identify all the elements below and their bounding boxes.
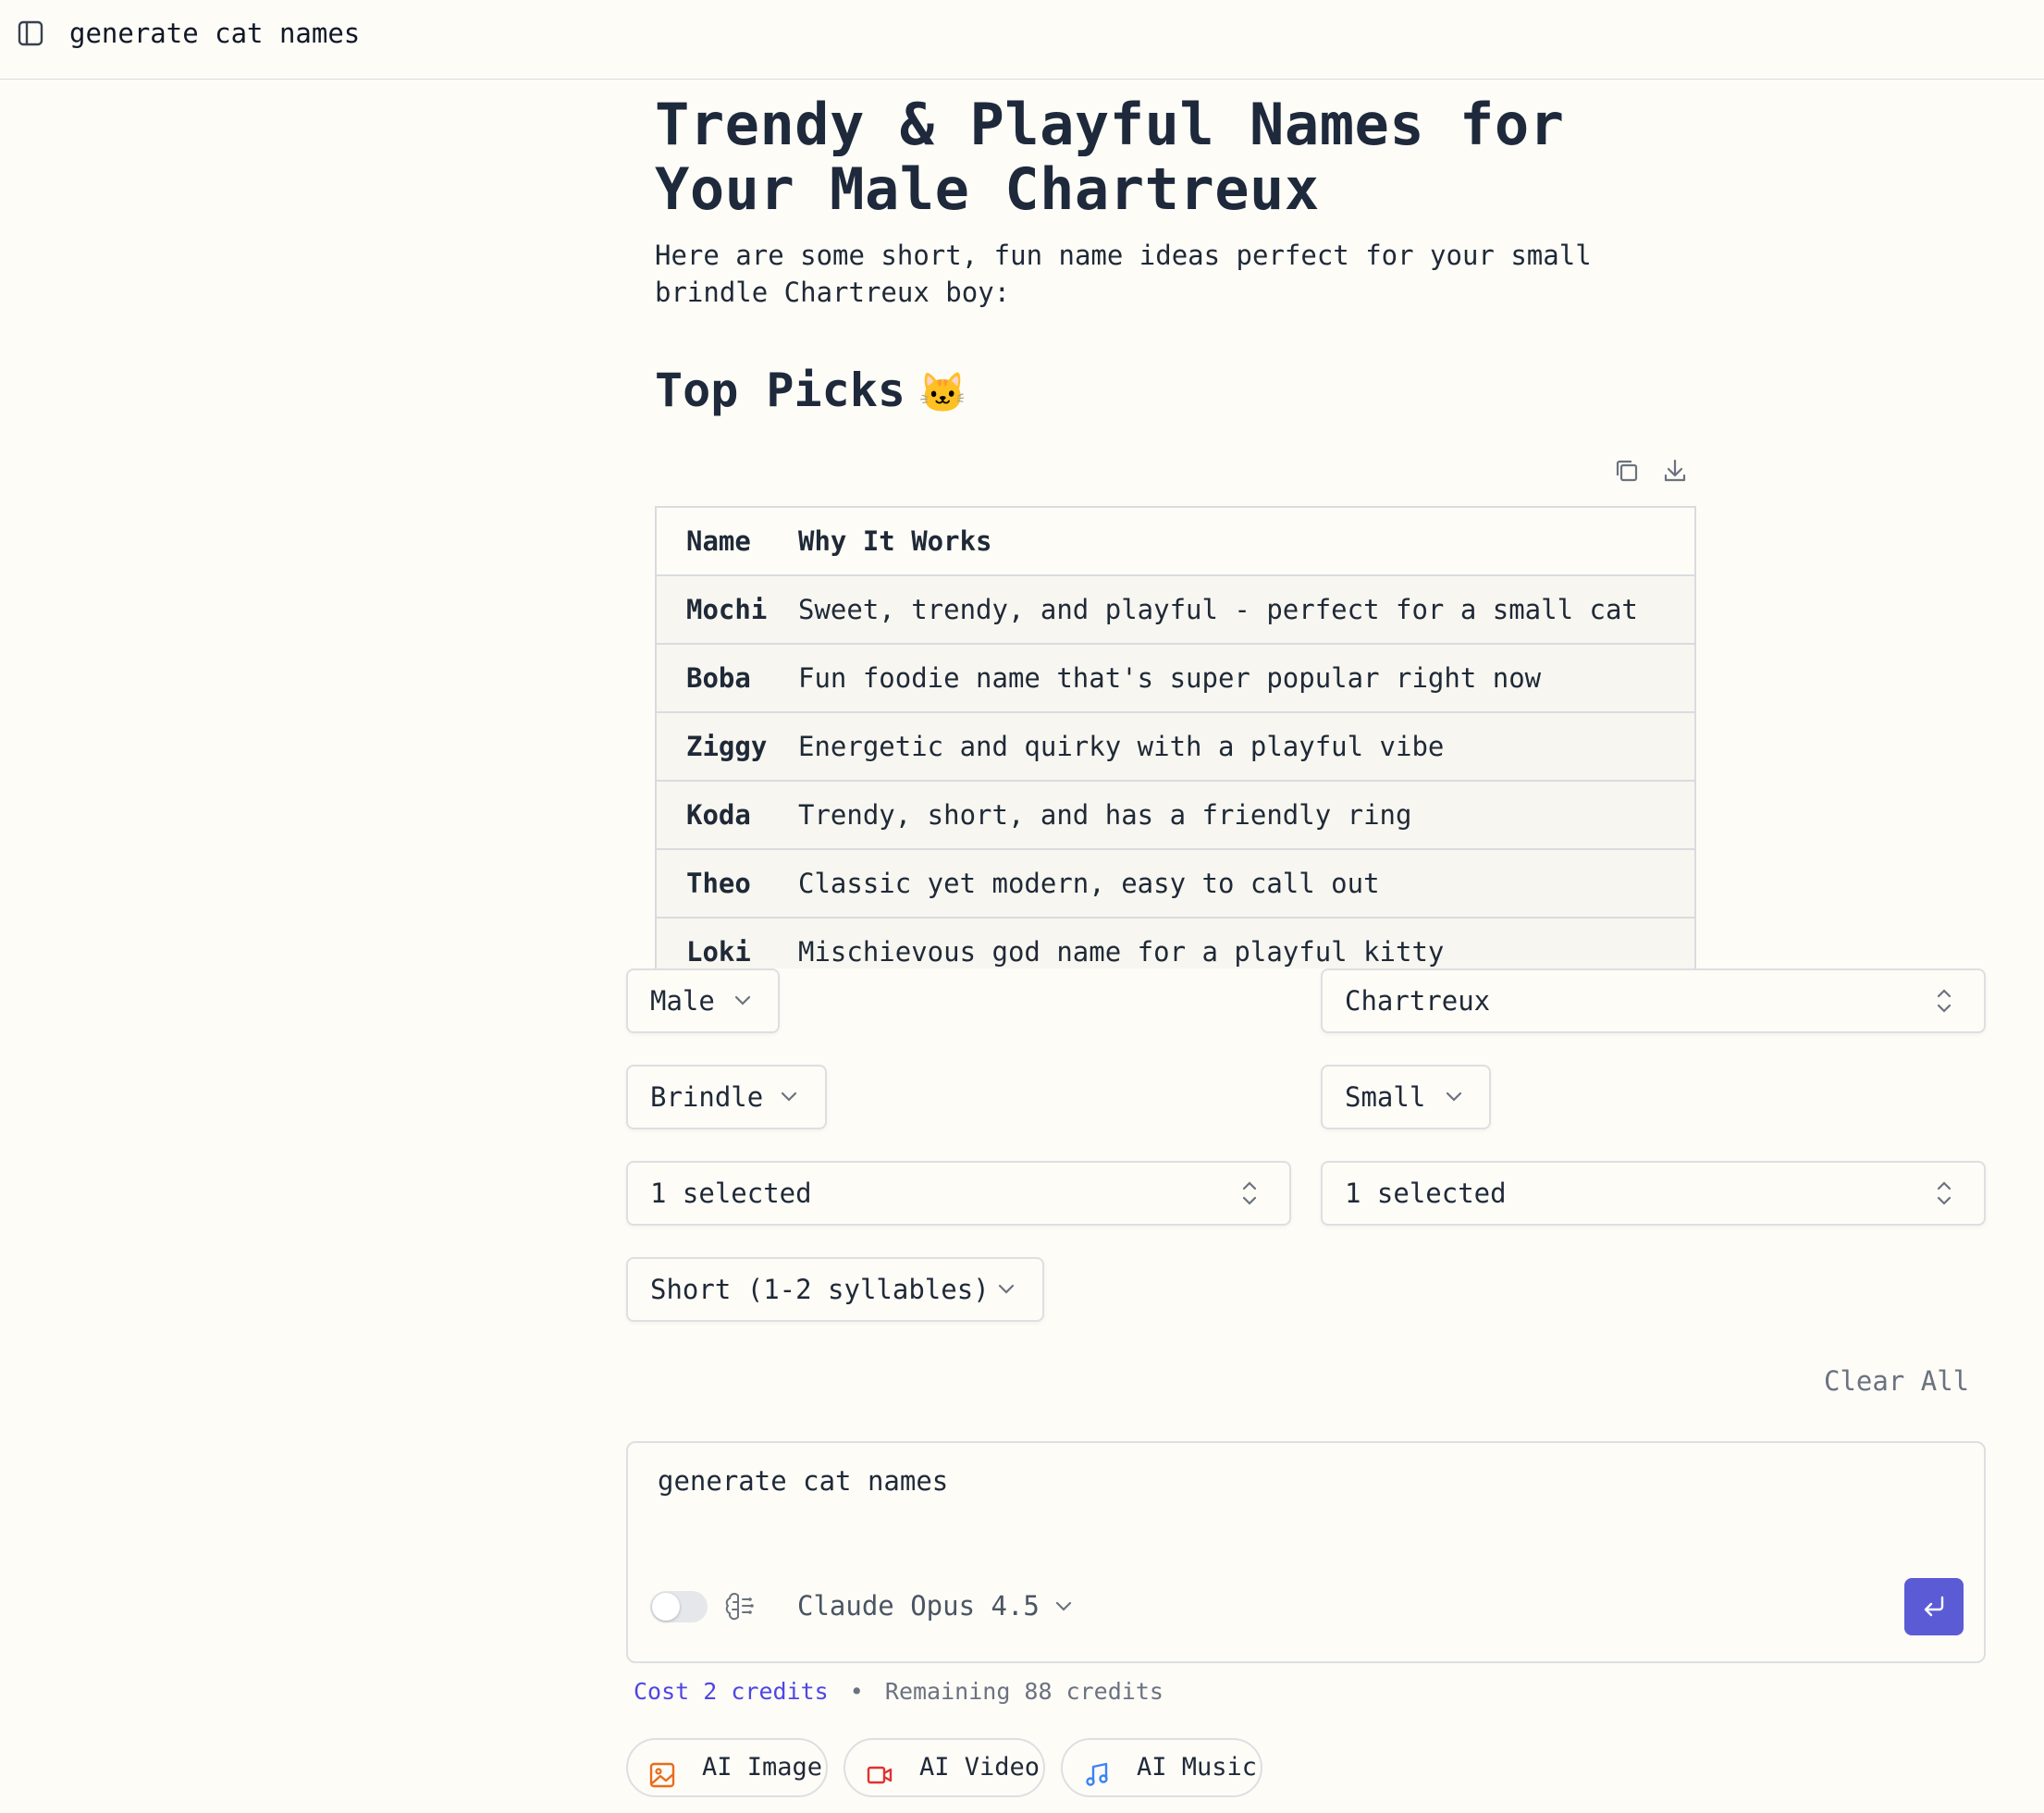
chat-title: generate cat names	[69, 18, 361, 49]
thinking-toggle[interactable]	[650, 1591, 708, 1622]
coat-select[interactable]: Brindle	[626, 1065, 827, 1129]
table-row: Boba Fun foodie name that's super popular…	[657, 644, 1694, 713]
size-select-value: Small	[1345, 1081, 1426, 1113]
response-content: Trendy & Playful Names for Your Male Cha…	[655, 91, 1700, 418]
cost-link[interactable]: Cost 2 credits	[634, 1678, 829, 1705]
ai-video-button[interactable]: AI Video	[843, 1738, 1045, 1797]
breed-select-value: Chartreux	[1345, 985, 1491, 1017]
cell-reason: Fun foodie name that's super popular rig…	[798, 644, 1694, 713]
cell-name: Theo	[657, 849, 798, 919]
table-row: Theo Classic yet modern, easy to call out	[657, 849, 1694, 919]
brain-icon	[724, 1591, 756, 1622]
cell-reason: Energetic and quirky with a playful vibe	[798, 712, 1694, 782]
download-icon[interactable]	[1659, 455, 1691, 487]
credits-info: Cost 2 credits • Remaining 88 credits	[634, 1678, 1164, 1705]
cell-reason: Sweet, trendy, and playful - perfect for…	[798, 575, 1694, 645]
multi-select-right[interactable]: 1 selected	[1321, 1161, 1986, 1226]
length-select-value: Short (1-2 syllables)	[650, 1274, 990, 1305]
chevron-down-icon	[995, 1259, 1017, 1341]
ai-music-button[interactable]: AI Music	[1061, 1738, 1262, 1797]
table-header-row: Name Why It Works	[657, 508, 1694, 576]
ai-image-button[interactable]: AI Image	[626, 1738, 828, 1797]
top-bar: generate cat names	[0, 0, 2044, 80]
coat-select-value: Brindle	[650, 1081, 764, 1113]
multi-select-right-value: 1 selected	[1345, 1178, 1507, 1209]
cat-emoji-icon: 🐱	[917, 370, 967, 415]
column-header-name: Name	[657, 508, 798, 576]
table-row: Loki Mischievous god name for a playful k…	[657, 918, 1694, 968]
send-button[interactable]	[1904, 1578, 1964, 1635]
ai-video-label: AI Video	[919, 1753, 1040, 1782]
chevron-up-down-icon	[1238, 1163, 1261, 1245]
table-row: Ziggy Energetic and quirky with a playful…	[657, 712, 1694, 782]
multi-select-left-value: 1 selected	[650, 1178, 812, 1209]
ai-image-label: AI Image	[702, 1753, 823, 1782]
prompt-input[interactable]: generate cat names	[658, 1465, 948, 1497]
chevron-down-icon	[1053, 1589, 1075, 1626]
column-header-why: Why It Works	[798, 508, 1694, 576]
cell-name: Boba	[657, 644, 798, 713]
response-intro: Here are some short, fun name ideas perf…	[655, 240, 1592, 308]
model-selector[interactable]: Claude Opus 4.5	[797, 1587, 1075, 1626]
cell-reason: Classic yet modern, easy to call out	[798, 849, 1694, 919]
chevron-down-icon	[778, 1067, 800, 1149]
gender-select[interactable]: Male	[626, 968, 780, 1033]
ai-music-label: AI Music	[1137, 1753, 1258, 1782]
video-icon	[866, 1754, 893, 1784]
multi-select-left[interactable]: 1 selected	[626, 1161, 1291, 1226]
breed-select[interactable]: Chartreux	[1321, 968, 1986, 1033]
remaining-credits: Remaining 88 credits	[884, 1678, 1164, 1705]
chevron-down-icon	[732, 970, 754, 1053]
chevron-up-down-icon	[1933, 1163, 1955, 1245]
cell-reason: Trendy, short, and has a friendly ring	[798, 781, 1694, 850]
response-title: Trendy & Playful Names for Your Male Cha…	[655, 91, 1565, 223]
cell-reason: Mischievous god name for a playful kitty	[798, 918, 1694, 968]
image-icon	[648, 1754, 676, 1788]
size-select[interactable]: Small	[1321, 1065, 1491, 1129]
table-row: Koda Trendy, short, and has a friendly ri…	[657, 781, 1694, 850]
length-select[interactable]: Short (1-2 syllables)	[626, 1257, 1044, 1322]
toggle-knob	[652, 1593, 680, 1621]
table-row: Mochi Sweet, trendy, and playful - perfec…	[657, 575, 1694, 645]
clear-all-button[interactable]: Clear All	[1824, 1365, 1969, 1397]
cell-name: Ziggy	[657, 712, 798, 782]
model-name: Claude Opus 4.5	[797, 1590, 1040, 1622]
section-title: Top Picks 🐱	[655, 363, 967, 421]
gender-select-value: Male	[650, 985, 715, 1017]
separator: •	[849, 1678, 864, 1705]
copy-icon[interactable]	[1611, 455, 1643, 487]
chevron-up-down-icon	[1933, 970, 1955, 1053]
chevron-down-icon	[1443, 1067, 1465, 1149]
prompt-composer: generate cat names Claude Opus 4.5	[626, 1441, 1986, 1663]
music-icon	[1083, 1754, 1111, 1786]
enter-icon	[1924, 1596, 1944, 1617]
sidebar-toggle-icon[interactable]	[17, 19, 44, 47]
cell-name: Koda	[657, 781, 798, 850]
names-table: Name Why It Works Mochi Sweet, trendy, an…	[655, 506, 1696, 968]
cell-name: Mochi	[657, 575, 798, 645]
cell-name: Loki	[657, 918, 798, 968]
section-title-text: Top Picks	[655, 364, 905, 417]
